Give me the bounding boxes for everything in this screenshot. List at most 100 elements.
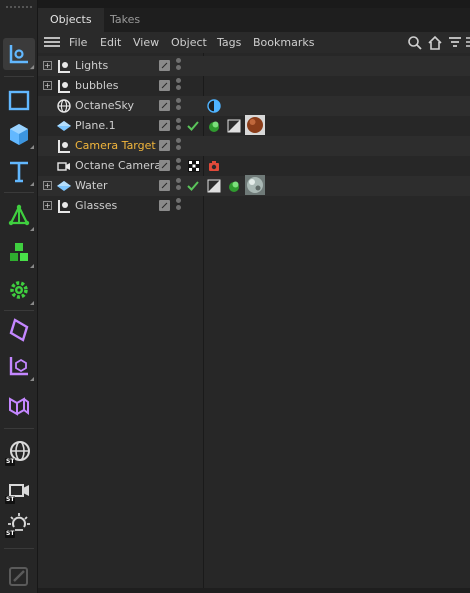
texture-tag-icon[interactable] <box>226 118 242 134</box>
expand-toggle[interactable]: + <box>43 181 52 190</box>
deformer-tool[interactable] <box>3 314 35 346</box>
pencil-icon <box>9 567 28 586</box>
object-name[interactable]: Glasses <box>75 196 117 216</box>
field-tool[interactable] <box>3 390 35 422</box>
search-icon[interactable] <box>407 35 423 51</box>
palette-separator <box>4 310 34 311</box>
submenu-indicator <box>30 182 34 186</box>
panel-bottom-bar <box>38 588 470 593</box>
light-tool[interactable]: ST <box>3 508 35 540</box>
plane-object-icon <box>57 121 71 131</box>
panel-top-strip <box>38 0 470 8</box>
hamburger-icon[interactable] <box>44 37 60 48</box>
filter-icon[interactable] <box>447 35 463 51</box>
gear-icon <box>10 281 28 299</box>
null-tool[interactable] <box>3 350 35 382</box>
object-name[interactable]: Plane.1 <box>75 116 116 136</box>
text-tool[interactable] <box>3 155 35 187</box>
object-row-water[interactable]: + Water <box>38 175 470 196</box>
editor-visibility-toggle[interactable] <box>159 120 170 131</box>
cube-primitive-tool[interactable] <box>3 118 35 150</box>
phong-tag-icon[interactable] <box>226 178 242 194</box>
enabled-check-icon[interactable] <box>186 179 200 193</box>
object-row-plane-1[interactable]: Plane.1 <box>38 115 470 136</box>
menu-tags[interactable]: Tags <box>217 32 241 53</box>
list-icon[interactable] <box>464 35 470 51</box>
object-name[interactable]: Lights <box>75 56 108 76</box>
render-visibility-dots[interactable] <box>176 118 182 134</box>
octane-st-badge: ST <box>5 530 16 538</box>
submenu-indicator <box>30 264 34 268</box>
render-visibility-dots[interactable] <box>176 58 182 74</box>
octane-st-badge: ST <box>5 458 16 466</box>
material-brown-icon[interactable] <box>245 115 265 135</box>
editor-visibility-toggle[interactable] <box>159 60 170 71</box>
material-water-icon[interactable] <box>245 175 265 195</box>
coordinate-system-tool[interactable] <box>3 38 35 70</box>
phong-tag-icon[interactable] <box>206 118 222 134</box>
object-row-octane-camera[interactable]: Octane Camera <box>38 156 470 176</box>
texture-tag-icon[interactable] <box>206 178 222 194</box>
object-name[interactable]: bubbles <box>75 76 118 96</box>
edit-tool[interactable] <box>3 560 35 592</box>
object-manager: Objects Takes File Edit View Object Tags… <box>38 0 470 593</box>
object-name[interactable]: OctaneSky <box>75 96 134 116</box>
object-row-bubbles[interactable]: + bubbles <box>38 76 470 96</box>
sky-tool[interactable]: ST <box>3 436 35 468</box>
null-object-icon <box>58 80 70 93</box>
palette-handle[interactable] <box>0 0 38 26</box>
expand-toggle[interactable]: + <box>43 61 52 70</box>
enabled-check-icon[interactable] <box>186 119 200 133</box>
object-row-glasses[interactable]: + Glasses <box>38 196 470 216</box>
menu-edit[interactable]: Edit <box>100 32 121 53</box>
editor-visibility-toggle[interactable] <box>159 140 170 151</box>
plane-object-icon <box>57 181 71 191</box>
editor-visibility-toggle[interactable] <box>159 100 170 111</box>
tab-takes[interactable]: Takes <box>98 8 152 32</box>
render-visibility-dots[interactable] <box>176 138 182 154</box>
square-icon <box>8 90 30 111</box>
object-row-octanesky[interactable]: OctaneSky <box>38 96 470 116</box>
expand-toggle[interactable]: + <box>43 201 52 210</box>
menu-file[interactable]: File <box>69 32 87 53</box>
editor-visibility-toggle[interactable] <box>159 80 170 91</box>
octane-st-badge: ST <box>5 496 16 504</box>
object-row-lights[interactable]: + Lights <box>38 56 470 76</box>
sky-object-icon <box>57 99 71 113</box>
grip-icon <box>6 6 32 8</box>
render-visibility-dots[interactable] <box>176 98 182 114</box>
tab-objects[interactable]: Objects <box>38 8 104 32</box>
palette-separator <box>4 548 34 549</box>
menu-bookmarks[interactable]: Bookmarks <box>253 32 314 53</box>
pen-icon <box>8 204 30 226</box>
submenu-indicator <box>30 65 34 69</box>
menu-view[interactable]: View <box>133 32 159 53</box>
spline-pen-tool[interactable] <box>3 200 35 232</box>
expand-toggle[interactable]: + <box>43 81 52 90</box>
render-visibility-dots[interactable] <box>176 198 182 214</box>
home-icon[interactable] <box>427 35 443 51</box>
generator-tool[interactable] <box>3 274 35 306</box>
render-visibility-dots[interactable] <box>176 78 182 94</box>
octane-camera-tag-icon[interactable] <box>206 158 222 174</box>
submenu-indicator <box>30 227 34 231</box>
menu-object[interactable]: Object <box>171 32 207 53</box>
editor-visibility-toggle[interactable] <box>159 180 170 191</box>
editor-visibility-toggle[interactable] <box>159 160 170 171</box>
tool-palette: ST ST ST <box>0 0 38 593</box>
camera-tool[interactable]: ST <box>3 474 35 506</box>
object-name[interactable]: Octane Camera <box>75 156 161 176</box>
render-visibility-dots[interactable] <box>176 178 182 194</box>
axis-cube-icon <box>9 357 28 376</box>
object-name-selected[interactable]: Camera Target <box>75 136 156 156</box>
null-object-icon <box>58 140 70 153</box>
cube-outline-tool[interactable] <box>3 84 35 116</box>
render-visibility-dots[interactable] <box>176 158 182 174</box>
palette-separator <box>4 76 34 77</box>
object-name[interactable]: Water <box>75 176 108 196</box>
environment-tag-icon[interactable] <box>206 98 222 114</box>
object-row-camera-target[interactable]: Camera Target <box>38 136 470 156</box>
target-tag-icon[interactable] <box>186 158 202 174</box>
editor-visibility-toggle[interactable] <box>159 200 170 211</box>
cloner-tool[interactable] <box>3 237 35 269</box>
